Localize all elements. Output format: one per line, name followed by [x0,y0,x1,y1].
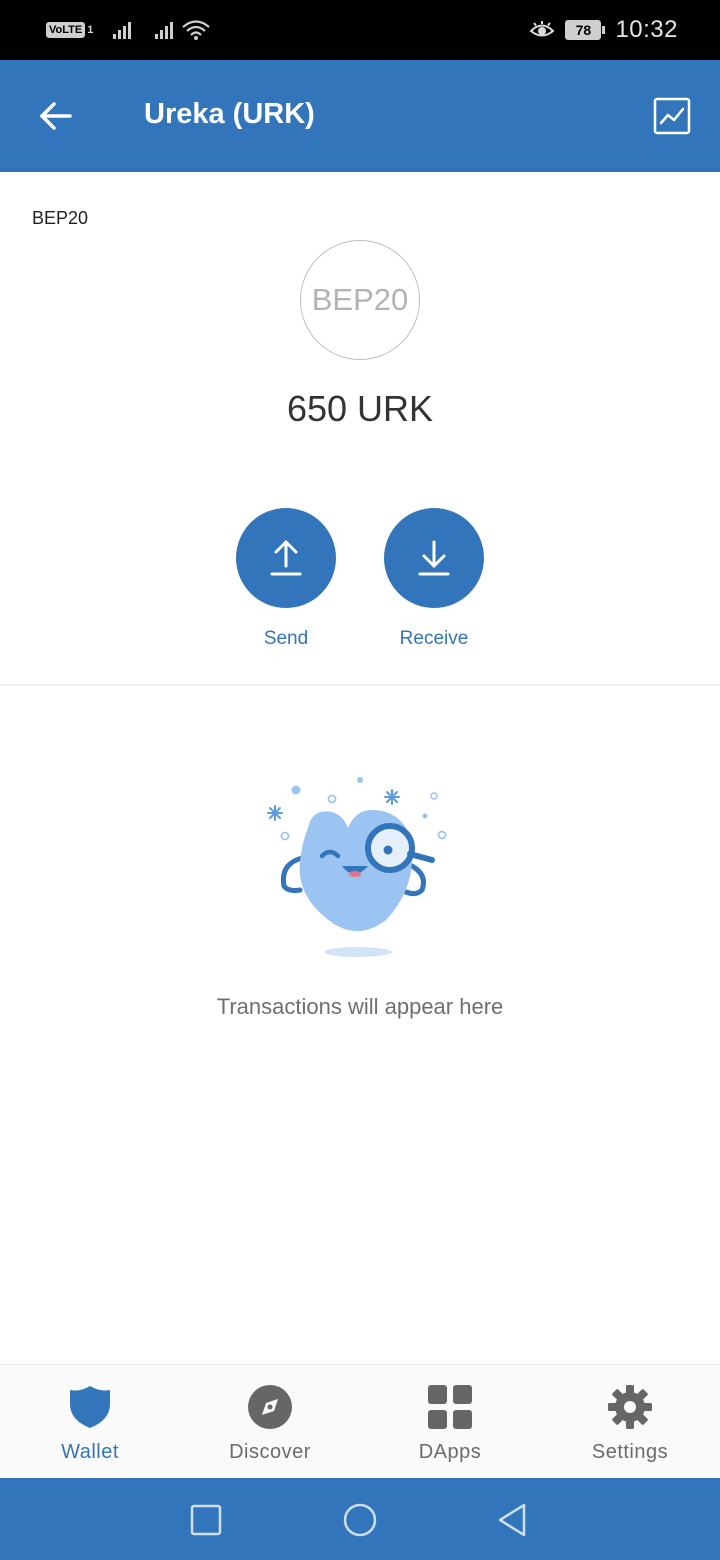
signal-1-icon [113,22,132,39]
token-balance: 650 URK [286,388,434,429]
nav-item-settings[interactable]: Settings [540,1383,720,1464]
status-clock: 10:32 [615,16,678,43]
status-right-group: 78 10:32 [529,14,678,46]
nav-label-dapps: DApps [418,1441,482,1463]
status-bar: VoLTE 1 78 10:32 [0,0,720,60]
send-action: Send [236,508,336,650]
send-button[interactable] [236,508,336,608]
signal-2-icon [155,22,174,39]
page-title: Ureka (URK) [144,98,315,130]
price-chart-button[interactable] [652,96,692,136]
download-arrow-icon [418,540,450,576]
price-chart-icon [653,97,691,135]
section-divider [0,684,720,686]
arrow-left-icon [40,102,72,130]
volte-indicator: VoLTE 1 [46,22,93,38]
gear-icon [606,1383,654,1431]
nav-item-dapps[interactable]: DApps [360,1383,540,1464]
upload-arrow-icon [270,540,302,576]
app-bar: Ureka (URK) [0,60,720,172]
nav-label-discover: Discover [229,1441,311,1463]
volte-label: VoLTE [46,22,86,38]
home-circle-icon[interactable] [340,1500,380,1540]
battery-tip [602,26,606,34]
bottom-navigation: Wallet Discover DApps Settings [0,1364,720,1478]
token-logo: BEP20 [300,240,420,360]
back-triangle-icon[interactable] [492,1500,532,1540]
eye-comfort-icon [529,21,555,37]
empty-state-mascot-illustration [267,777,447,957]
token-standard-label: BEP20 [32,208,89,228]
receive-button[interactable] [384,508,484,608]
empty-transactions-message: Transactions will appear here [216,994,504,1019]
signal-wifi-group [153,19,211,41]
nav-label-wallet: Wallet [61,1441,119,1463]
nav-label-settings: Settings [591,1441,669,1463]
receive-label: Receive [399,628,469,649]
shield-icon [66,1383,114,1431]
volte-sim-number: 1 [87,24,94,36]
back-button[interactable] [34,94,78,138]
nav-item-wallet[interactable]: Wallet [0,1383,180,1464]
wifi-icon [182,20,211,40]
receive-action: Receive [384,508,484,650]
status-left-group: VoLTE 1 [46,16,211,44]
send-label: Send [263,628,309,649]
system-navigation-bar [0,1478,720,1560]
recents-square-icon[interactable] [186,1500,226,1540]
grid-icon [426,1383,474,1431]
compass-icon [246,1383,294,1431]
battery-indicator: 78 [565,20,606,40]
nav-item-discover[interactable]: Discover [180,1383,360,1464]
battery-level: 78 [565,20,602,40]
